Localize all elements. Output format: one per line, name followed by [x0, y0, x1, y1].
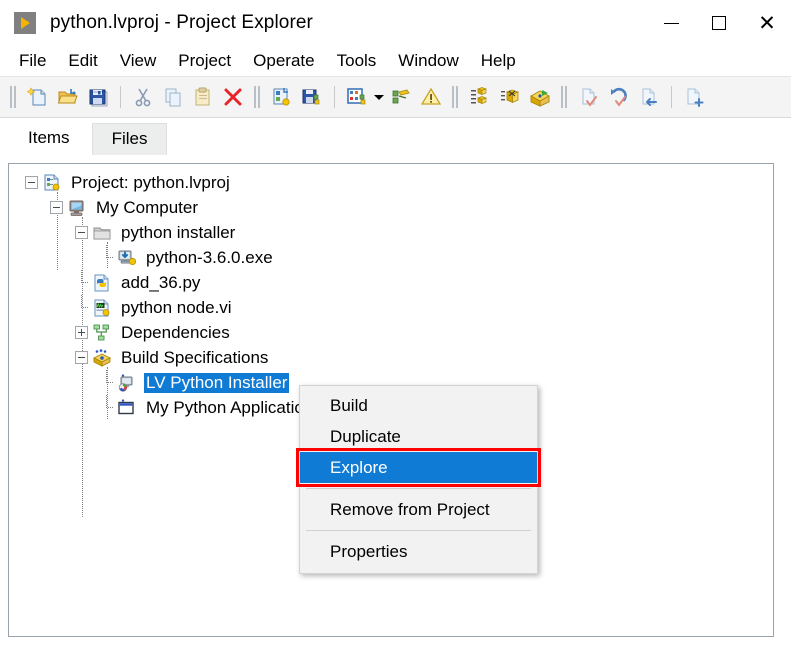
- python-file-icon: [91, 273, 113, 293]
- tree-node-label: python-3.6.0.exe: [146, 247, 273, 267]
- cut-icon[interactable]: [128, 82, 158, 112]
- context-menu[interactable]: Build Duplicate Explore Remove from Proj…: [296, 385, 541, 574]
- project-icon: [41, 173, 63, 193]
- tree-branch-connector: [100, 395, 113, 414]
- toolbar-separator-2: [334, 86, 335, 108]
- build-specifications-icon: [91, 348, 113, 368]
- toolbar-grip-3[interactable]: [451, 85, 460, 109]
- dependencies-icon: [91, 323, 113, 343]
- project-view-icon[interactable]: [342, 82, 372, 112]
- window-title: python.lvproj - Project Explorer: [50, 12, 313, 33]
- tree-branch-connector: [100, 370, 113, 389]
- menu-item-help[interactable]: Help: [470, 49, 527, 73]
- toolbar-grip-2[interactable]: [253, 85, 262, 109]
- context-menu-separator: [306, 488, 531, 489]
- window-controls: ✕: [647, 0, 791, 46]
- tree-node-add36-py[interactable]: add_36.py: [9, 270, 773, 295]
- context-menu-item-build[interactable]: Build: [300, 390, 537, 421]
- tree-node-label: My Python Application: [146, 397, 314, 417]
- vi-file-icon: [91, 298, 113, 318]
- new-project-icon[interactable]: [23, 82, 53, 112]
- tree-node-label: Build Specifications: [121, 347, 269, 367]
- tree-node-label: LV Python Installer: [144, 372, 290, 393]
- context-menu-item-explore[interactable]: Explore: [300, 452, 537, 483]
- menu-item-window[interactable]: Window: [387, 49, 469, 73]
- title-bar: python.lvproj - Project Explorer ✕: [0, 0, 791, 46]
- explore-highlight-wrapper: Explore: [296, 448, 541, 487]
- tree-node-python-installer-folder[interactable]: python installer: [9, 220, 773, 245]
- save-all-icon[interactable]: [297, 82, 327, 112]
- tab-items[interactable]: Items: [8, 122, 90, 155]
- context-menu-item-properties[interactable]: Properties: [300, 536, 537, 567]
- menu-item-project[interactable]: Project: [167, 49, 242, 73]
- installer-exe-icon: [116, 248, 138, 268]
- close-icon[interactable]: ✕: [743, 0, 791, 46]
- toolbar-separator-3: [671, 86, 672, 108]
- tree-node-dependencies[interactable]: Dependencies: [9, 320, 773, 345]
- expander-minus-icon[interactable]: [50, 201, 63, 214]
- toolbar: [0, 77, 791, 118]
- package-icon[interactable]: [495, 82, 525, 112]
- source-control-list-icon[interactable]: [465, 82, 495, 112]
- menu-item-edit[interactable]: Edit: [57, 49, 108, 73]
- warning-icon[interactable]: [416, 82, 446, 112]
- context-menu-separator: [306, 530, 531, 531]
- menu-item-view[interactable]: View: [109, 49, 168, 73]
- expander-plus-icon[interactable]: [75, 326, 88, 339]
- context-menu-item-remove-from-project[interactable]: Remove from Project: [300, 494, 537, 525]
- my-computer-icon: [66, 198, 88, 218]
- tree-node-label: add_36.py: [121, 272, 201, 292]
- application-build-icon: [116, 398, 138, 418]
- tree-node-label: My Computer: [96, 197, 199, 217]
- tree-node-python-exe[interactable]: python-3.6.0.exe: [9, 245, 773, 270]
- check-out-icon[interactable]: [574, 82, 604, 112]
- context-menu-item-duplicate[interactable]: Duplicate: [300, 421, 537, 452]
- project-tree: Project: python.lvproj My Computer pytho…: [9, 164, 773, 517]
- dropdown-arrow-icon[interactable]: [372, 95, 386, 100]
- deploy-icon[interactable]: [525, 82, 555, 112]
- tree-branch-connector: [75, 295, 88, 314]
- toolbar-grip-4[interactable]: [560, 85, 569, 109]
- tab-strip: Items Files: [0, 118, 791, 155]
- menu-item-operate[interactable]: Operate: [242, 49, 325, 73]
- add-to-source-control-icon[interactable]: [679, 82, 709, 112]
- folder-icon: [91, 223, 113, 243]
- installer-build-icon: [116, 373, 138, 393]
- expander-minus-icon[interactable]: [25, 176, 38, 189]
- menu-item-file[interactable]: File: [8, 49, 57, 73]
- labview-icon: [14, 12, 36, 34]
- tree-node-project[interactable]: Project: python.lvproj: [9, 170, 773, 195]
- build-icon[interactable]: [386, 82, 416, 112]
- toolbar-grip[interactable]: [9, 85, 18, 109]
- maximize-icon[interactable]: [695, 0, 743, 46]
- toolbar-separator: [120, 86, 121, 108]
- add-item-icon[interactable]: [267, 82, 297, 112]
- undo-checkout-icon[interactable]: [604, 82, 634, 112]
- tree-branch-connector: [100, 245, 113, 264]
- tree-node-label: python node.vi: [121, 297, 232, 317]
- tree-node-label: Dependencies: [121, 322, 230, 342]
- tab-files[interactable]: Files: [91, 123, 168, 155]
- menu-bar: File Edit View Project Operate Tools Win…: [0, 46, 791, 77]
- expander-minus-icon[interactable]: [75, 226, 88, 239]
- tree-branch-connector: [75, 270, 88, 289]
- check-in-icon[interactable]: [634, 82, 664, 112]
- tree-node-label: Project: python.lvproj: [71, 172, 230, 192]
- paste-icon[interactable]: [188, 82, 218, 112]
- tree-node-label: python installer: [121, 222, 236, 242]
- tree-node-build-specifications[interactable]: Build Specifications: [9, 345, 773, 370]
- delete-icon[interactable]: [218, 82, 248, 112]
- tree-node-my-computer[interactable]: My Computer: [9, 195, 773, 220]
- copy-icon[interactable]: [158, 82, 188, 112]
- menu-item-tools[interactable]: Tools: [326, 49, 388, 73]
- minimize-icon[interactable]: [647, 0, 695, 46]
- expander-minus-icon[interactable]: [75, 351, 88, 364]
- save-project-icon[interactable]: [83, 82, 113, 112]
- open-project-icon[interactable]: [53, 82, 83, 112]
- tree-node-python-node-vi[interactable]: python node.vi: [9, 295, 773, 320]
